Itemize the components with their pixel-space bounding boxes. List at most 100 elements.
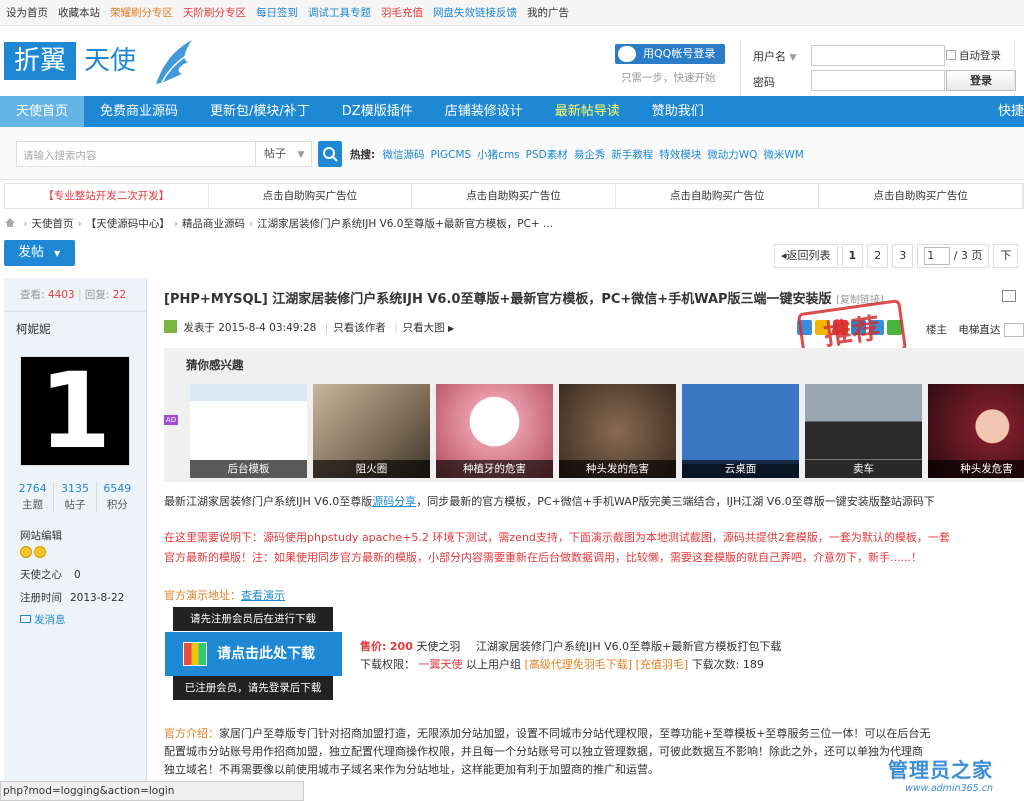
- page-1[interactable]: 1: [841, 244, 864, 268]
- qq-login-button[interactable]: 用QQ帐号登录: [615, 44, 725, 64]
- ad-slot[interactable]: 【专业整站开发二次开发】: [5, 184, 209, 208]
- jump-floor-input[interactable]: [1003, 323, 1024, 337]
- top-links-bar: 设为首页 收藏本站 荣耀刷分专区 天阶刷分专区 每日签到 调试工具专题 羽毛充值 网盘失效链接…: [0, 0, 1024, 26]
- ad-slot[interactable]: 点击自助购买广告位: [616, 184, 820, 208]
- nav-item[interactable]: 最新帖导读: [539, 96, 636, 127]
- login-tip: 已注册会员，请先登录后下载: [173, 676, 333, 700]
- envelope-icon: [20, 615, 31, 623]
- ad-slot[interactable]: 点击自助购买广告位: [209, 184, 413, 208]
- top-link[interactable]: 羽毛充值: [381, 5, 423, 20]
- top-link[interactable]: 荣耀刷分专区: [110, 5, 173, 20]
- nav-item[interactable]: 快捷: [982, 96, 1024, 127]
- top-link[interactable]: 我的广告: [527, 5, 569, 20]
- only-big-image-link[interactable]: 只看大图: [403, 322, 445, 334]
- recommend-thumb[interactable]: 种头发危害: [928, 384, 1024, 478]
- browser-status-bar: php?mod=logging&action=login: [0, 781, 304, 801]
- search-input[interactable]: 请输入搜索内容 帖子 ▼: [16, 141, 312, 167]
- vip-download-link[interactable]: [高级代理免羽毛下载]: [525, 658, 633, 671]
- home-icon[interactable]: [4, 217, 16, 228]
- recommend-thumb-caption: 云桌面: [682, 460, 799, 478]
- recommend-thumb-caption: 卖车: [805, 460, 922, 478]
- recommend-thumb[interactable]: 种植牙的危害: [436, 384, 553, 478]
- hot-search-word[interactable]: 微信源码: [383, 149, 425, 161]
- post-title: [PHP+MYSQL] 江湖家居装修门户系统IJH V6.0至尊版+最新官方模板…: [164, 292, 884, 307]
- page-2[interactable]: 2: [867, 244, 889, 268]
- logo-part1: 折翼: [4, 42, 76, 80]
- hot-search-word[interactable]: 微米WM: [763, 149, 803, 161]
- login-button[interactable]: 登录: [946, 70, 1016, 91]
- new-post-button[interactable]: 发帖 ▼: [4, 240, 75, 266]
- recommend-thumb[interactable]: 阻火圈: [313, 384, 430, 478]
- back-to-list-button[interactable]: ◂返回列表: [774, 244, 838, 268]
- author-stat[interactable]: 3135 帖子: [54, 482, 97, 512]
- top-link[interactable]: 设为首页: [6, 5, 48, 20]
- hot-search: 热搜: 微信源码 PIGCMS 小猪cms PSD素材 易企秀 新手教程 特效模块 微动力WQ…: [350, 147, 810, 162]
- download-button[interactable]: 请点击此处下载: [165, 632, 342, 676]
- demo-link[interactable]: 查看演示: [241, 589, 285, 602]
- ad-bar: 【专业整站开发二次开发】 点击自助购买广告位 点击自助购买广告位 点击自助购买广告位点…: [4, 183, 1024, 209]
- recommend-title: 猜你感兴趣: [186, 358, 244, 372]
- top-link[interactable]: 网盘失效链接反馈: [433, 5, 517, 20]
- top-link[interactable]: 每日签到: [256, 5, 298, 20]
- breadcrumb-item[interactable]: 天使首页: [32, 218, 74, 230]
- hot-search-word[interactable]: 新手教程: [611, 149, 653, 161]
- main-nav: 天使首页 免费商业源码 更新包/模块/补丁 DZ模版插件 店铺装修设计 最新帖导读 赞助我们…: [0, 96, 1024, 127]
- online-status-icon: [164, 320, 177, 333]
- qq-penguin-icon: [618, 46, 636, 62]
- next-page-button[interactable]: 下: [993, 244, 1019, 268]
- send-message-link[interactable]: 发消息: [20, 612, 66, 627]
- page-3[interactable]: 3: [892, 244, 914, 268]
- password-input[interactable]: [811, 70, 945, 91]
- nav-item[interactable]: 更新包/模块/补丁: [194, 96, 326, 127]
- hot-search-word[interactable]: 小猪cms: [477, 149, 519, 161]
- hot-search-word[interactable]: PIGCMS: [431, 149, 472, 161]
- recommend-thumb[interactable]: 种头发的危害: [559, 384, 676, 478]
- password-label: 密码: [753, 76, 775, 89]
- auto-login-label: 自动登录: [959, 50, 1001, 62]
- wing-icon: [156, 40, 192, 84]
- top-link[interactable]: 收藏本站: [58, 5, 100, 20]
- author-name[interactable]: 柯妮妮: [16, 321, 51, 337]
- site-logo[interactable]: 折翼 天使: [4, 38, 194, 88]
- nav-item[interactable]: 免费商业源码: [84, 96, 194, 127]
- nav-item[interactable]: 赞助我们: [636, 96, 720, 127]
- nav-item[interactable]: 天使首页: [0, 96, 85, 127]
- download-permission: 下载权限： 一翼天使 以上用户组 [高级代理免羽毛下载] [充值羽毛] 下载次数…: [360, 658, 764, 671]
- search-button[interactable]: [318, 141, 342, 167]
- author-stat-value: 2764: [18, 482, 47, 495]
- breadcrumb-separator: ›: [23, 218, 28, 230]
- breadcrumb-item[interactable]: 精品商业源码: [182, 218, 245, 230]
- recommend-thumb-caption: 阻火圈: [313, 460, 430, 478]
- hot-search-word[interactable]: 微动力WQ: [707, 149, 757, 161]
- recharge-link[interactable]: [充值羽毛]: [636, 658, 689, 671]
- search-type-select[interactable]: 帖子 ▼: [255, 142, 312, 166]
- author-stat[interactable]: 6549 积分: [97, 482, 138, 512]
- jump-floor-label: 电梯直达: [958, 324, 1001, 336]
- print-icon[interactable]: [1002, 290, 1016, 302]
- auto-login-checkbox[interactable]: 自动登录: [946, 48, 1001, 63]
- nav-item[interactable]: DZ模版插件: [326, 96, 429, 127]
- source-share-link[interactable]: 源码分享: [372, 495, 416, 508]
- only-author-link[interactable]: 只看该作者: [333, 322, 386, 334]
- nav-item[interactable]: 店铺装修设计: [429, 96, 539, 127]
- recommend-thumb[interactable]: 后台模板: [190, 384, 307, 478]
- register-tip: 请先注册会员后在进行下载: [173, 607, 333, 631]
- qq-login-label: 用QQ帐号登录: [643, 47, 716, 60]
- recommend-thumb[interactable]: 云桌面: [682, 384, 799, 478]
- top-link[interactable]: 天阶刷分专区: [183, 5, 246, 20]
- hot-search-word[interactable]: 特效模块: [659, 149, 701, 161]
- avatar[interactable]: 1: [20, 356, 130, 466]
- logo-part2: 天使: [84, 46, 137, 76]
- top-link[interactable]: 调试工具专题: [308, 5, 371, 20]
- ad-slot[interactable]: 点击自助购买广告位: [412, 184, 616, 208]
- author-stat[interactable]: 2764 主题: [12, 482, 55, 512]
- breadcrumb-item[interactable]: 【天使源码中心】: [86, 218, 170, 230]
- username-input[interactable]: [811, 45, 945, 66]
- hot-search-word[interactable]: PSD素材: [526, 149, 568, 161]
- ad-slot[interactable]: 点击自助购买广告位: [819, 184, 1023, 208]
- recommend-thumb[interactable]: 卖车: [805, 384, 922, 478]
- page-jump-input[interactable]: 1: [924, 247, 951, 265]
- author-role: 网站编辑: [20, 530, 62, 542]
- hot-search-word[interactable]: 易企秀: [574, 149, 606, 161]
- smile-icon: [34, 546, 46, 558]
